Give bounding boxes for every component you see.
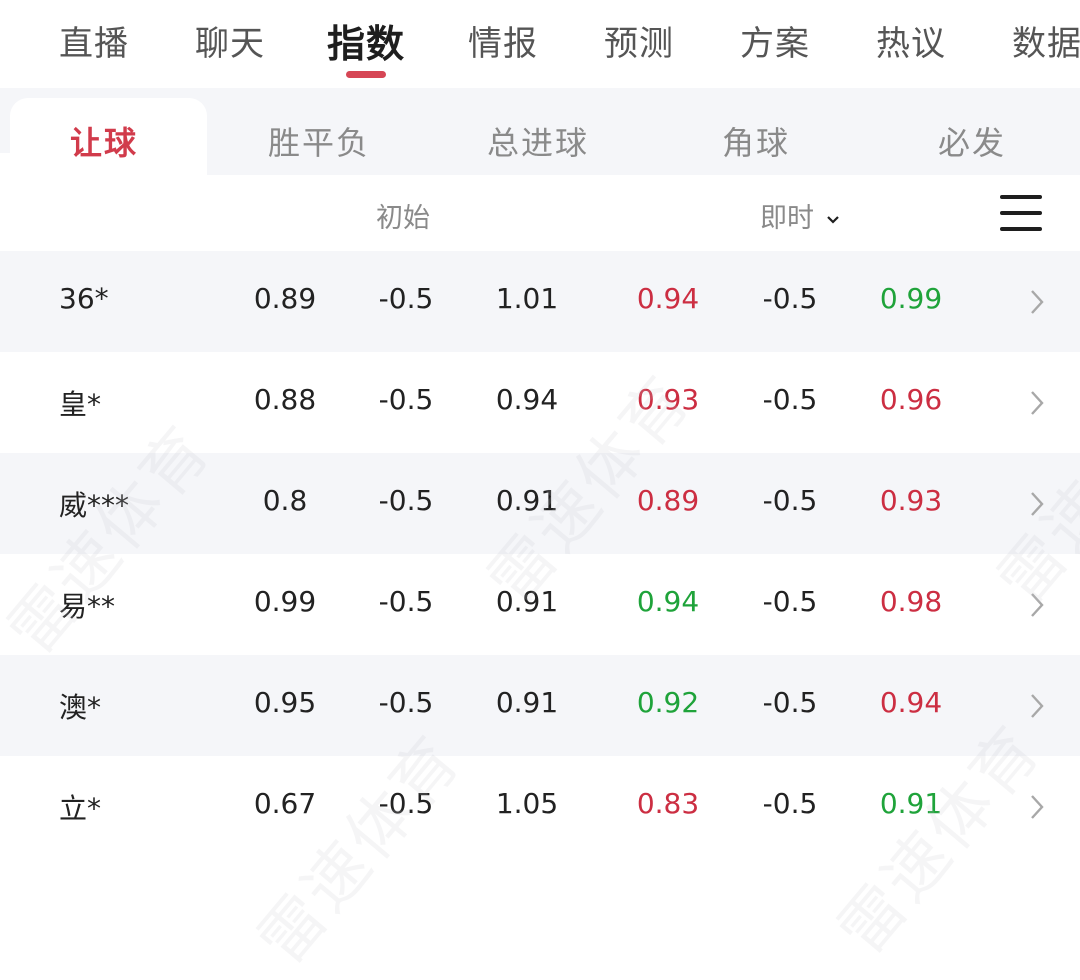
live-away-odds: 0.93 [879, 484, 943, 517]
live-odds-dropdown[interactable]: 即时 [760, 196, 840, 235]
live-handicap-line: -0.5 [762, 383, 818, 416]
initial-away-odds: 1.05 [495, 787, 559, 820]
initial-handicap-line: -0.5 [378, 282, 434, 315]
odds-type-tabs: 让球 胜平负 总进球 角球 必发 [0, 88, 1080, 175]
subtab-handicap[interactable]: 让球 [70, 118, 138, 164]
live-away-odds: 0.99 [879, 282, 943, 315]
initial-away-odds: 1.01 [495, 282, 559, 315]
live-home-odds: 0.94 [636, 282, 700, 315]
live-home-odds: 0.93 [636, 383, 700, 416]
hamburger-menu-icon[interactable] [1000, 195, 1044, 231]
nav-tab-chat[interactable]: 聊天 [195, 16, 265, 65]
chevron-right-icon[interactable] [1027, 792, 1047, 822]
table-row[interactable]: 澳* 0.95 -0.5 0.91 0.92 -0.5 0.94 [0, 655, 1080, 756]
initial-away-odds: 0.91 [495, 484, 559, 517]
initial-home-odds: 0.8 [262, 484, 308, 517]
chevron-right-icon[interactable] [1027, 691, 1047, 721]
initial-handicap-line: -0.5 [378, 787, 434, 820]
chevron-right-icon[interactable] [1027, 287, 1047, 317]
nav-tab-data[interactable]: 数据 [1012, 16, 1080, 65]
initial-away-odds: 0.94 [495, 383, 559, 416]
subtab-total-goals[interactable]: 总进球 [487, 118, 589, 164]
column-header: 初始 即时 [0, 175, 1080, 252]
bookmaker-name: 易** [59, 590, 116, 623]
initial-home-odds: 0.88 [253, 383, 317, 416]
table-row[interactable]: 皇* 0.88 -0.5 0.94 0.93 -0.5 0.96 [0, 352, 1080, 453]
live-handicap-line: -0.5 [762, 787, 818, 820]
table-row[interactable]: 易** 0.99 -0.5 0.91 0.94 -0.5 0.98 [0, 554, 1080, 655]
nav-tab-index[interactable]: 指数 [327, 13, 405, 68]
table-row[interactable]: 36* 0.89 -0.5 1.01 0.94 -0.5 0.99 [0, 251, 1080, 352]
bookmaker-name: 皇* [59, 388, 102, 421]
chevron-right-icon[interactable] [1027, 489, 1047, 519]
nav-tab-discussion[interactable]: 热议 [876, 16, 946, 65]
chevron-right-icon[interactable] [1027, 388, 1047, 418]
live-odds-label: 即时 [760, 203, 814, 234]
live-away-odds: 0.91 [879, 787, 943, 820]
initial-odds-label: 初始 [376, 203, 430, 234]
subtab-corners[interactable]: 角球 [722, 118, 790, 164]
live-home-odds: 0.94 [636, 585, 700, 618]
live-home-odds: 0.83 [636, 787, 700, 820]
table-row[interactable]: 立* 0.67 -0.5 1.05 0.83 -0.5 0.91 [0, 756, 1080, 857]
chevron-right-icon[interactable] [1027, 590, 1047, 620]
nav-tab-plan[interactable]: 方案 [740, 16, 810, 65]
live-away-odds: 0.96 [879, 383, 943, 416]
nav-tab-intel[interactable]: 情报 [468, 16, 538, 65]
bookmaker-name: 36* [59, 282, 109, 315]
initial-home-odds: 0.89 [253, 282, 317, 315]
live-handicap-line: -0.5 [762, 484, 818, 517]
chevron-down-icon [826, 215, 839, 224]
initial-handicap-line: -0.5 [378, 383, 434, 416]
initial-handicap-line: -0.5 [378, 686, 434, 719]
nav-tab-live[interactable]: 直播 [59, 16, 129, 65]
live-handicap-line: -0.5 [762, 585, 818, 618]
initial-away-odds: 0.91 [495, 585, 559, 618]
initial-home-odds: 0.67 [253, 787, 317, 820]
subtab-betfair[interactable]: 必发 [938, 118, 1006, 164]
bookmaker-name: 威*** [59, 489, 130, 522]
initial-home-odds: 0.95 [253, 686, 317, 719]
live-handicap-line: -0.5 [762, 686, 818, 719]
table-row[interactable]: 威*** 0.8 -0.5 0.91 0.89 -0.5 0.93 [0, 453, 1080, 554]
active-tab-indicator [346, 71, 386, 78]
live-handicap-line: -0.5 [762, 282, 818, 315]
initial-handicap-line: -0.5 [378, 585, 434, 618]
subtab-win-draw-lose[interactable]: 胜平负 [268, 118, 370, 164]
initial-home-odds: 0.99 [253, 585, 317, 618]
live-away-odds: 0.94 [879, 686, 943, 719]
bookmaker-name: 澳* [59, 691, 102, 724]
initial-away-odds: 0.91 [495, 686, 559, 719]
initial-handicap-line: -0.5 [378, 484, 434, 517]
live-away-odds: 0.98 [879, 585, 943, 618]
live-home-odds: 0.89 [636, 484, 700, 517]
top-nav: 直播 聊天 指数 情报 预测 方案 热议 数据 [0, 0, 1080, 88]
bookmaker-name: 立* [59, 792, 102, 825]
nav-tab-prediction[interactable]: 预测 [604, 16, 674, 65]
live-home-odds: 0.92 [636, 686, 700, 719]
